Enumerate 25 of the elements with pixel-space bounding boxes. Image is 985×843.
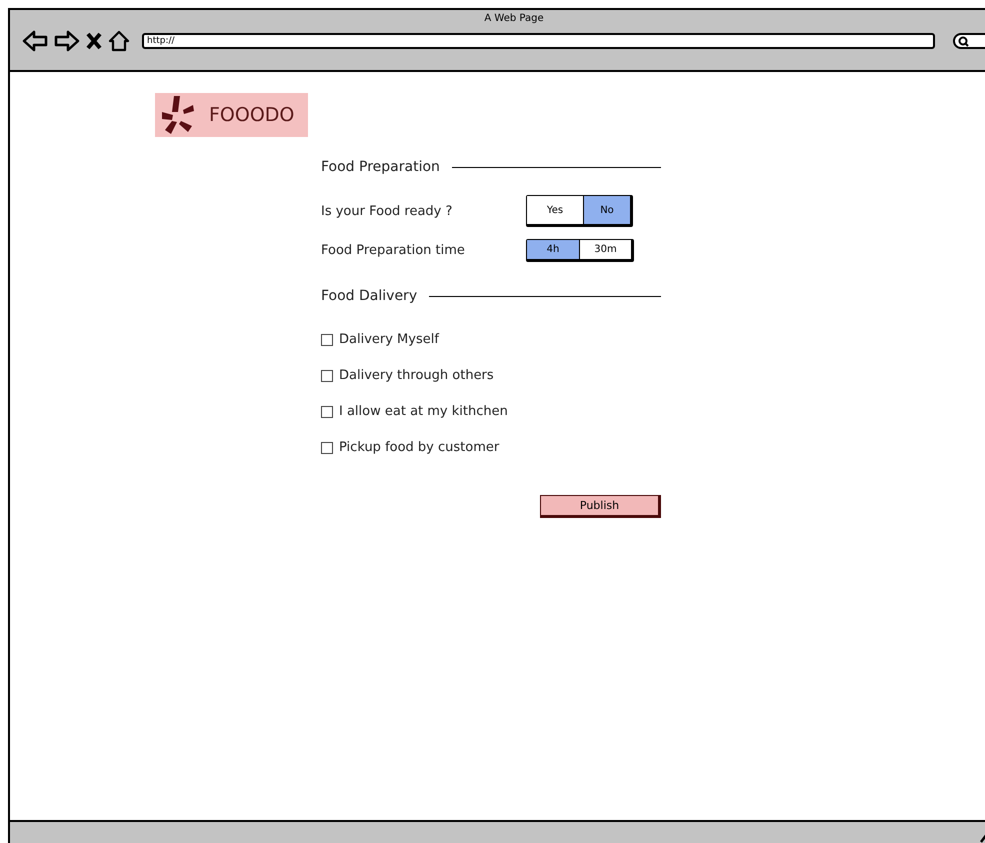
back-icon[interactable] bbox=[22, 30, 48, 52]
checkbox-label: I allow eat at my kithchen bbox=[339, 404, 508, 419]
checkbox-label: Pickup food by customer bbox=[339, 440, 500, 455]
home-icon[interactable] bbox=[108, 30, 130, 52]
window-title: A Web Page bbox=[484, 12, 544, 24]
search-field[interactable] bbox=[953, 33, 985, 49]
forward-icon[interactable] bbox=[54, 30, 80, 52]
logo-text: FOOODO bbox=[209, 104, 294, 126]
checkbox-label: Dalivery Myself bbox=[339, 332, 439, 347]
field-label: Food Preparation time bbox=[321, 243, 466, 258]
burst-icon bbox=[161, 95, 195, 135]
checkbox[interactable] bbox=[321, 442, 333, 454]
section-heading: Food Preparation bbox=[321, 159, 440, 175]
section-heading: Food Dalivery bbox=[321, 288, 418, 304]
toggle-option[interactable]: No bbox=[583, 196, 630, 224]
checkbox[interactable] bbox=[321, 406, 333, 418]
close-icon[interactable] bbox=[86, 32, 102, 50]
field-label: Is your Food ready ? bbox=[321, 204, 454, 218]
toggle-option[interactable]: 4h bbox=[527, 240, 579, 259]
publish-button[interactable]: Publish bbox=[540, 495, 661, 518]
checkbox[interactable] bbox=[321, 334, 333, 346]
address-field[interactable]: http:// bbox=[142, 33, 935, 49]
search-icon bbox=[958, 36, 969, 46]
checkbox-label: Dalivery through others bbox=[339, 368, 494, 383]
checkbox[interactable] bbox=[321, 370, 333, 382]
